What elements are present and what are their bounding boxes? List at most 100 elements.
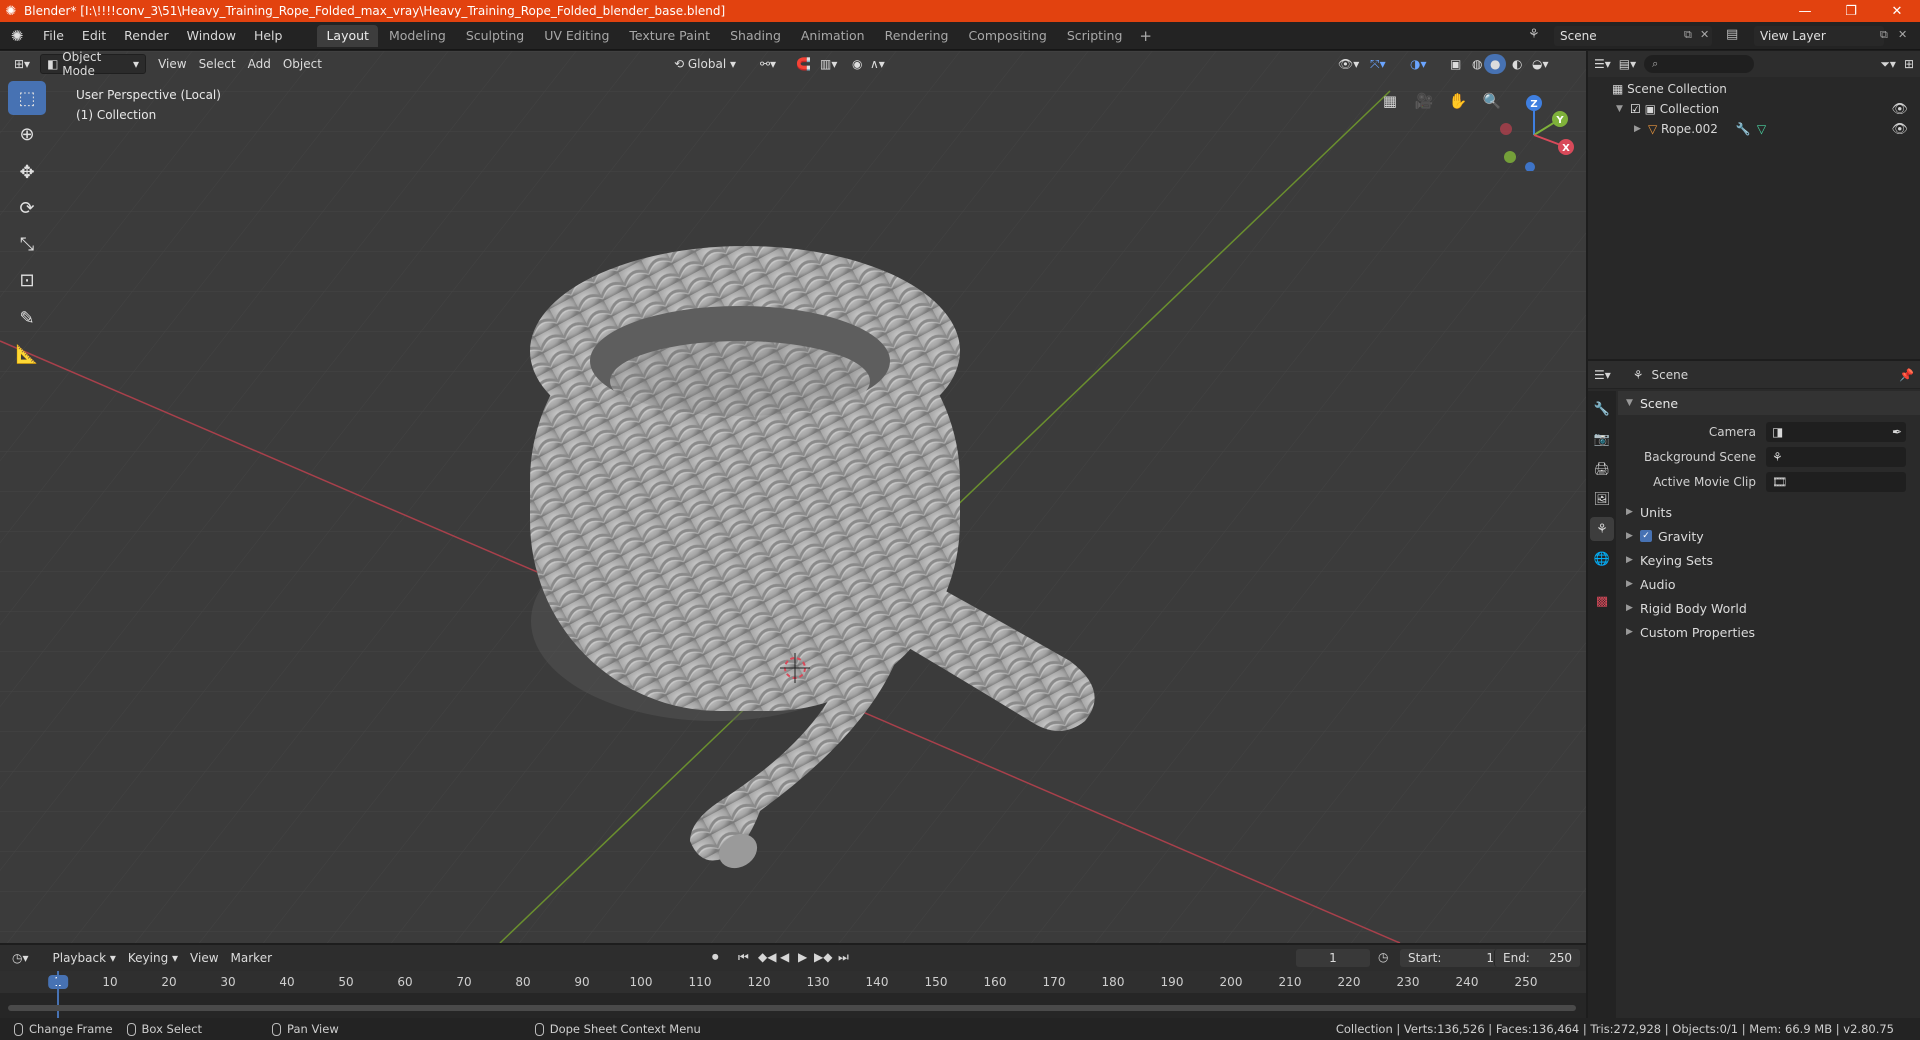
outliner-row-scene-collection[interactable]: ▦ Scene Collection [1588,79,1920,99]
menu-help[interactable]: Help [245,22,292,50]
jump-end-icon[interactable]: ⏭ [838,950,849,965]
menu-render[interactable]: Render [115,22,178,50]
jump-start-icon[interactable]: ⏮ [738,950,749,965]
tab-layout[interactable]: Layout [317,24,378,47]
timeline-ruler[interactable]: 1 10 20 30 40 50 60 70 80 90 100 110 120… [0,971,1586,993]
viewport-menu-add[interactable]: Add [242,54,277,74]
expand-arrow-icon[interactable]: ▶ [1626,555,1640,565]
new-scene-icon[interactable]: ⧉ [1684,28,1692,42]
display-mode-icon[interactable]: ▤▾ [1619,57,1636,71]
active-movie-clip-field[interactable]: 🎞 [1766,471,1906,492]
pan-view-icon[interactable]: ✋ [1444,87,1472,115]
delete-view-layer-icon[interactable]: ✕ [1898,28,1907,41]
timeline-menu-view[interactable]: View [184,948,224,968]
tab-compositing[interactable]: Compositing [959,25,1055,47]
filter-icon[interactable]: ⏷▾ [1880,57,1896,72]
camera-view-icon[interactable]: 🎥 [1410,87,1438,115]
camera-field[interactable]: ◨ ✒ [1766,421,1906,442]
editor-type-icon[interactable]: ⊞▾ [8,54,36,74]
minimize-button[interactable]: — [1782,0,1828,22]
annotate-tool-icon[interactable]: ✎ [8,301,46,335]
view-layer-tab-icon[interactable]: 🖼 [1590,487,1614,511]
scene-panel-header[interactable]: ▼ Scene [1618,391,1920,415]
play-reverse-icon[interactable]: ◀ [780,950,789,964]
menu-window[interactable]: Window [178,22,245,50]
record-icon[interactable]: ⏺ [712,950,719,965]
tab-texture-paint[interactable]: Texture Paint [620,25,719,47]
tool-tab-icon[interactable]: 🔧 [1590,397,1614,421]
timeline-scrollbar[interactable] [8,1005,1576,1011]
neg-y-axis-icon[interactable] [1504,151,1516,163]
toggle-ortho-icon[interactable]: ▦ [1376,87,1404,115]
move-tool-icon[interactable]: ✥ [8,155,46,189]
prev-keyframe-icon[interactable]: ◆◀ [758,950,776,964]
xray-icon[interactable]: ▣ [1444,54,1467,74]
gravity-checkbox[interactable]: ✓ [1640,530,1652,542]
timeline-menu-keying[interactable]: Keying ▾ [122,948,184,968]
world-tab-icon[interactable]: 🌐 [1590,547,1614,571]
solid-shading-icon[interactable]: ● [1484,54,1507,74]
viewport-menu-view[interactable]: View [152,54,192,74]
neg-z-axis-icon[interactable] [1525,162,1535,171]
outliner-search-input[interactable]: ⌕ [1644,55,1755,73]
rigid-body-world-panel[interactable]: ▶ Rigid Body World [1618,596,1920,620]
pin-icon[interactable]: 📌 [1899,368,1914,382]
timeline-menu-marker[interactable]: Marker [225,948,278,968]
audio-panel[interactable]: ▶ Audio [1618,572,1920,596]
expand-arrow-icon[interactable]: ▶ [1634,124,1648,134]
delete-scene-icon[interactable]: ✕ [1700,28,1709,41]
view-layer-selector[interactable]: View Layer [1754,26,1884,46]
gizmo-toggle-icon[interactable]: ⤧▾ [1364,54,1392,74]
expand-arrow-icon[interactable]: ▶ [1626,579,1640,589]
menu-file[interactable]: File [34,22,73,50]
expand-arrow-icon[interactable]: ▶ [1626,627,1640,637]
keying-sets-panel[interactable]: ▶ Keying Sets [1618,548,1920,572]
maximize-button[interactable]: ❐ [1828,0,1874,22]
collapse-arrow-icon[interactable]: ▼ [1626,398,1640,408]
collection-visibility-icon[interactable]: 👁 [1891,102,1908,117]
scene-tab-icon[interactable]: ⚘ [1590,517,1614,541]
output-tab-icon[interactable]: 🖨 [1590,457,1614,481]
transform-tool-icon[interactable]: ⊡ [8,263,46,297]
viewport-menu-select[interactable]: Select [193,54,242,74]
snap-icon[interactable]: 🧲 [790,54,817,74]
texture-tab-icon[interactable]: ▩ [1590,589,1614,613]
tab-animation[interactable]: Animation [792,25,874,47]
expand-arrow-icon[interactable]: ▶ [1626,603,1640,613]
collection-checkbox-icon[interactable]: ☑ [1630,102,1645,116]
background-scene-field[interactable]: ⚘ [1766,446,1906,467]
mode-selector[interactable]: ◧ Object Mode ▾ [40,51,147,78]
close-button[interactable]: ✕ [1874,0,1920,22]
orientation-selector[interactable]: ⟲ Global ▾ [668,54,742,74]
render-tab-icon[interactable]: 📷 [1590,427,1614,451]
new-view-layer-icon[interactable]: ⧉ [1880,28,1888,42]
overlays-icon[interactable]: ◑▾ [1404,54,1433,74]
next-keyframe-icon[interactable]: ▶◆ [814,950,832,964]
gravity-panel[interactable]: ▶ ✓ Gravity [1618,524,1920,548]
play-icon[interactable]: ▶ [798,950,807,964]
start-frame-field[interactable]: Start: 1 [1400,949,1502,967]
preview-range-icon[interactable]: ◷ [1378,950,1388,964]
add-workspace-icon[interactable]: + [1131,27,1160,45]
neg-x-axis-icon[interactable] [1500,123,1512,135]
new-collection-icon[interactable]: ⊞ [1904,57,1914,71]
rendered-shading-icon[interactable]: ◒▾ [1526,54,1555,74]
units-panel[interactable]: ▶ Units [1618,500,1920,524]
tab-modeling[interactable]: Modeling [380,25,455,47]
outliner-editor-type-icon[interactable]: ☰▾ [1594,57,1611,71]
expand-arrow-icon[interactable]: ▶ [1626,531,1640,541]
custom-properties-panel[interactable]: ▶ Custom Properties [1618,620,1920,644]
tab-shading[interactable]: Shading [721,25,790,47]
pivot-point-icon[interactable]: ⚯▾ [754,54,782,74]
navigation-gizmo[interactable]: Z Y X [1494,91,1574,171]
timeline-menu-playback[interactable]: Playback ▾ [47,948,122,968]
3d-viewport[interactable]: ⊞▾ ◧ Object Mode ▾ View Select Add Objec… [0,51,1586,943]
tab-scripting[interactable]: Scripting [1058,25,1132,47]
end-frame-field[interactable]: End: 250 [1494,949,1580,967]
visibility-icon[interactable]: 👁▾ [1332,54,1365,74]
properties-editor-type-icon[interactable]: ☰▾ [1594,368,1611,382]
outliner-row-collection[interactable]: ▼ ☑ ▣ Collection 👁 [1588,99,1920,119]
blender-menu-icon[interactable]: ✺ [0,27,34,45]
falloff-icon[interactable]: ∧▾ [864,54,891,74]
tab-rendering[interactable]: Rendering [876,25,958,47]
